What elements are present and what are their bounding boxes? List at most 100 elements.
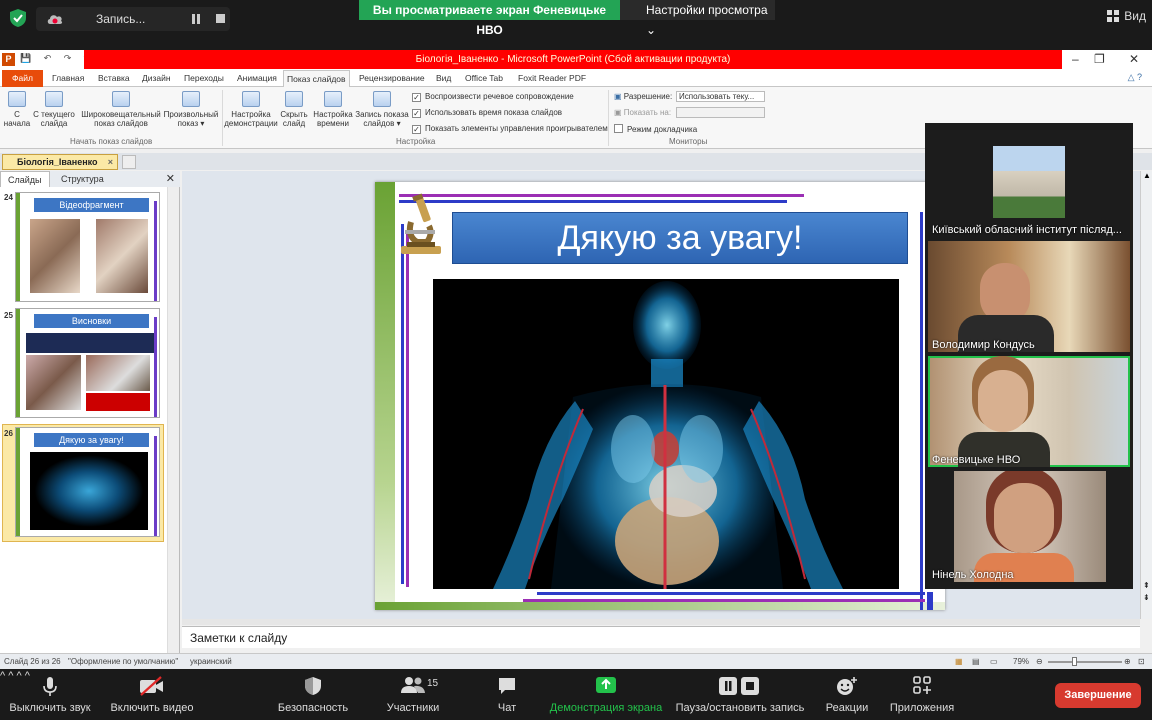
powerpoint-logo-icon[interactable]: P	[2, 53, 15, 66]
show-on-dropdown[interactable]	[676, 107, 765, 118]
human-anatomy-illustration	[493, 281, 843, 589]
thumbnail-list: 24 Відеофрагмент 25 Висновки 26 Дякую за	[0, 187, 168, 666]
custom-show-button[interactable]: Произвольный показ ▾	[162, 91, 220, 128]
next-slide-icon[interactable]: ⇟	[1143, 593, 1150, 602]
start-video-button[interactable]: Включить видео	[104, 670, 200, 720]
setup-show-button[interactable]: Настройка демонстрации	[224, 91, 278, 128]
tab-file[interactable]: Файл	[2, 70, 43, 87]
record-show-button[interactable]: Запись показа слайдов ▾	[355, 91, 409, 128]
checkbox-narration[interactable]: ✓ Воспроизвести речевое сопровождение	[412, 92, 574, 102]
hide-slide-button[interactable]: Скрыть слайд	[279, 91, 309, 128]
checkbox-controls[interactable]: ✓ Показать элементы управления проигрыват…	[412, 124, 608, 134]
help-icon[interactable]: △ ?	[1128, 72, 1142, 83]
tab-review[interactable]: Рецензирование	[356, 70, 428, 87]
view-button[interactable]: Вид	[1107, 9, 1146, 23]
close-icon[interactable]: ✕	[1129, 52, 1139, 66]
slide-thumbnail-26[interactable]: Дякую за увагу!	[15, 427, 160, 537]
checkbox-timings[interactable]: ✓ Использовать время показа слайдов	[412, 108, 562, 118]
scroll-up-icon[interactable]: ▲	[1143, 171, 1151, 180]
slide-green-border	[375, 182, 395, 610]
broadcast-button[interactable]: Широковещательный показ слайдов	[80, 91, 162, 128]
slide-thumbnail-25[interactable]: Висновки	[15, 308, 160, 418]
mute-button[interactable]: Выключить звук	[0, 670, 100, 720]
btn-label: Запись показа	[355, 110, 409, 119]
shield-icon[interactable]	[8, 8, 28, 28]
document-tab[interactable]: Біологія_Іваненко ×	[2, 154, 118, 170]
restore-icon[interactable]: ❐	[1094, 52, 1105, 66]
document-tab-label: Біологія_Іваненко	[17, 157, 98, 167]
zoom-out-icon[interactable]: ⊖	[1036, 654, 1043, 669]
minimize-icon[interactable]: –	[1072, 52, 1079, 66]
tab-design[interactable]: Дизайн	[139, 70, 174, 87]
tab-outline[interactable]: Структура	[54, 171, 111, 187]
slide-sorter-icon[interactable]: ▤	[972, 654, 980, 669]
chat-label: Чат	[497, 702, 517, 714]
notes-pane[interactable]: Заметки к слайду	[182, 626, 1140, 648]
slide-title[interactable]: Дякую за увагу!	[452, 212, 908, 264]
participant-face	[978, 370, 1028, 432]
mute-label: Выключить звук	[9, 702, 91, 714]
slide-decor-line	[537, 592, 925, 595]
current-slide[interactable]: Дякую за увагу!	[375, 182, 945, 610]
thumb-title: Дякую за увагу!	[34, 433, 149, 447]
anatomy-image	[433, 279, 899, 589]
zoom-slider[interactable]	[1048, 661, 1122, 663]
resolution-dropdown[interactable]: Использовать теку...	[676, 91, 765, 102]
from-beginning-button[interactable]: Сначала	[2, 91, 32, 128]
share-screen-button[interactable]: Демонстрация экрана	[548, 670, 664, 720]
close-tab-icon[interactable]: ×	[108, 155, 113, 169]
thumb-photo	[30, 219, 80, 293]
reading-view-icon[interactable]: ▭	[990, 654, 998, 669]
tab-insert[interactable]: Вставка	[95, 70, 133, 87]
from-current-button[interactable]: С текущего слайда	[32, 91, 76, 128]
participants-button[interactable]: 15 Участники	[380, 670, 446, 720]
participant-tile[interactable]: Київський обласний інститут післяд...	[928, 126, 1130, 237]
fit-to-window-icon[interactable]: ⊡	[1138, 654, 1145, 669]
close-panel-icon[interactable]: ✕	[166, 172, 175, 185]
pause-stop-recording-button[interactable]: Пауза/остановить запись	[674, 670, 806, 720]
tab-slide-show[interactable]: Показ слайдов	[283, 70, 350, 87]
participant-tile[interactable]: Володимир Кондусь	[928, 241, 1130, 352]
chat-button[interactable]: Чат	[486, 670, 528, 720]
tab-transitions[interactable]: Переходы	[181, 70, 227, 87]
normal-view-icon[interactable]: ▦	[955, 654, 963, 669]
pause-recording-icon[interactable]	[192, 14, 195, 24]
zoom-level[interactable]: 79%	[1013, 654, 1029, 669]
participant-tile-active[interactable]: Феневицьке НВО	[928, 356, 1130, 467]
custom-show-icon	[182, 91, 200, 107]
checkbox-checked-icon: ✓	[412, 125, 421, 134]
timer-icon	[324, 91, 342, 107]
slide-horizontal-scrollbar[interactable]	[182, 619, 1140, 625]
prev-slide-icon[interactable]: ⇞	[1143, 581, 1150, 590]
tab-slides[interactable]: Слайды	[0, 171, 50, 187]
reactions-button[interactable]: Реакции	[820, 670, 874, 720]
btn-label: показ слайдов	[94, 119, 148, 128]
participant-tile[interactable]: Нінель Холодна	[928, 471, 1130, 582]
theme-name[interactable]: "Оформление по умолчанию"	[68, 654, 178, 669]
end-meeting-button[interactable]: Завершение	[1055, 683, 1141, 708]
rehearse-timings-button[interactable]: Настройка времени	[312, 91, 354, 128]
checkbox-presenter-mode[interactable]: Режим докладчика	[614, 124, 697, 134]
new-tab-button[interactable]	[122, 155, 136, 169]
zoom-in-icon[interactable]: ⊕	[1124, 654, 1131, 669]
stop-recording-icon[interactable]	[216, 14, 225, 23]
tab-view[interactable]: Вид	[433, 70, 454, 87]
zoom-slider-handle[interactable]	[1072, 657, 1077, 666]
slide-thumbnail-24[interactable]: Відеофрагмент	[15, 192, 160, 302]
tab-home[interactable]: Главная	[49, 70, 87, 87]
thumbnail-scrollbar[interactable]	[167, 187, 179, 666]
tab-office-tab[interactable]: Office Tab	[462, 70, 506, 87]
quick-access-toolbar[interactable]: 💾 ↶ ↷ ▾	[20, 53, 93, 64]
apps-icon	[913, 676, 931, 694]
thumb-photo	[86, 355, 150, 391]
language-indicator[interactable]: украинский	[190, 654, 232, 669]
tab-foxit[interactable]: Foxit Reader PDF	[515, 70, 589, 87]
view-options-button[interactable]: Настройки просмотра ⌄	[620, 0, 775, 37]
apps-button[interactable]: Приложения	[886, 670, 958, 720]
security-button[interactable]: Безопасность	[272, 670, 354, 720]
slide-vertical-scrollbar[interactable]: ▲ ⇞ ⇟	[1140, 171, 1152, 619]
tab-animation[interactable]: Анимация	[234, 70, 280, 87]
slideshow-start-icon	[8, 91, 26, 107]
zoom-top-bar: Запись... Вы просматриваете экран Феневи…	[0, 0, 1152, 38]
show-on-label: ▣ Показать на:	[614, 108, 671, 117]
